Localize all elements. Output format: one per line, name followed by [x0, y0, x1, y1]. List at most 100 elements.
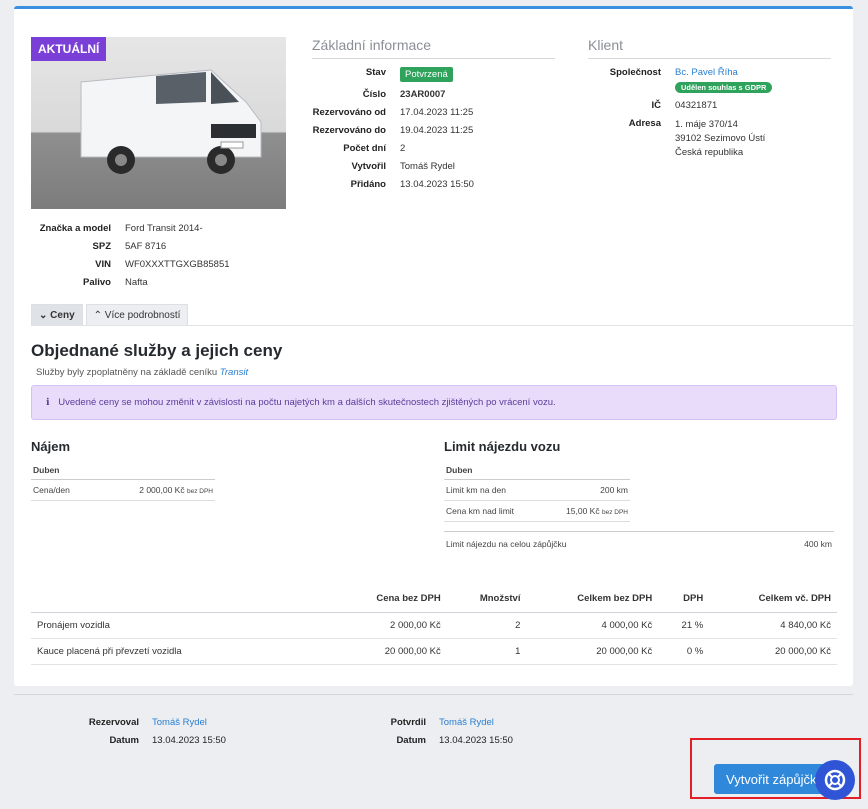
services-title: Objednané služby a jejich ceny: [31, 341, 283, 360]
limit-table: Duben Limit km na den 200 km Cena km nad…: [444, 461, 630, 522]
status-badge: Potvrzená: [400, 67, 453, 82]
status-label: Stav: [365, 67, 386, 78]
chevron-up-icon: ⌃: [93, 310, 103, 321]
limit-over-label: Cena km nad limit: [446, 506, 515, 516]
number-label: Číslo: [362, 89, 386, 100]
item-price: 2 000,00 Kč: [331, 612, 447, 639]
tab-more-details-label: Více podrobností: [104, 310, 181, 321]
limit-total-row: Limit nájezdu na celou zápůjčku 400 km: [444, 531, 834, 556]
company-label: Společnost: [609, 67, 661, 78]
plate-link[interactable]: 5AF 8716: [125, 241, 255, 252]
address-label: Adresa: [628, 118, 661, 129]
col-vat: DPH: [658, 589, 710, 613]
vehicle-details: Značka a model Ford Transit 2014- SPZ 5A…: [31, 223, 255, 288]
number-value: 23AR0007: [400, 89, 446, 100]
footer-divider: [14, 694, 853, 695]
tab-prices-label: Ceny: [50, 310, 75, 321]
detail-tabs: ⌄ Ceny ⌃ Více podrobností: [31, 304, 189, 326]
to-value: 19.04.2023 11:25: [400, 125, 474, 136]
ic-label: IČ: [651, 100, 662, 111]
item-name: Pronájem vozidla: [31, 612, 331, 639]
limit-km-label: Limit km na den: [446, 485, 506, 495]
rent-row-value: 2 000,00 Kč: [139, 485, 185, 495]
help-icon: [824, 769, 846, 791]
reserved-date-value: 13.04.2023 15:50: [152, 735, 226, 746]
limit-km-row: Limit km na den 200 km: [444, 480, 630, 501]
current-badge: AKTUÁLNÍ: [31, 37, 107, 61]
created-by-link[interactable]: Tomáš Rydel: [400, 161, 550, 172]
confirmed-label: Potvrdil: [390, 717, 426, 728]
item-vat: 21 %: [658, 612, 710, 639]
services-subtitle-text: Služby byly zpoplatněny na základě ceník…: [36, 367, 218, 378]
added-value: 13.04.2023 15:50: [400, 179, 474, 190]
confirmed-link[interactable]: Tomáš Rydel: [439, 717, 559, 728]
table-row: Pronájem vozidla 2 000,00 Kč 2 4 000,00 …: [31, 612, 837, 639]
col-total: Celkem bez DPH: [526, 589, 659, 613]
confirmed-info: Potvrdil Tomáš Rydel Datum 13.04.2023 15…: [346, 717, 559, 746]
limit-over-row: Cena km nad limit 15,00 Kč bez DPH: [444, 501, 630, 522]
vin-label: VIN: [95, 259, 111, 270]
info-icon: ℹ: [46, 397, 50, 408]
address-line1: 1. máje 370/14: [675, 119, 738, 130]
confirmed-date-label: Datum: [396, 735, 426, 746]
client-title: Klient: [588, 37, 831, 59]
item-name: Kauce placená při převzetí vozidla: [31, 638, 331, 665]
limit-over-value: 15,00 Kč: [566, 506, 600, 516]
company-link[interactable]: Bc. Pavel Říha: [675, 67, 738, 78]
limit-title: Limit nájezdu vozu: [444, 439, 561, 454]
limit-total-value: 400 km: [804, 539, 832, 549]
pricelist-link[interactable]: Transit: [220, 367, 248, 378]
created-by-label: Vytvořil: [351, 161, 387, 172]
services-subtitle: Služby byly zpoplatněny na základě ceník…: [36, 367, 248, 378]
basic-info: Stav Potvrzená Číslo 23AR0007 Rezervován…: [294, 67, 550, 190]
confirmed-date-value: 13.04.2023 15:50: [439, 735, 513, 746]
price-notice: ℹ Uvedené ceny se mohou změnit v závislo…: [31, 385, 837, 420]
days-label: Počet dní: [343, 143, 386, 154]
from-value: 17.04.2023 11:25: [400, 107, 474, 118]
address-line2: 39102 Sezimovo Ústí: [675, 133, 766, 144]
van-image: [80, 69, 262, 174]
item-vat: 0 %: [658, 638, 710, 665]
vehicle-photo: AKTUÁLNÍ: [31, 37, 286, 209]
col-name: [31, 589, 331, 613]
item-total-vat: 4 840,00 Kč: [709, 612, 837, 639]
tab-prices[interactable]: ⌄ Ceny: [31, 304, 83, 326]
item-total: 4 000,00 Kč: [526, 612, 659, 639]
fuel-value: Nafta: [125, 277, 148, 288]
added-label: Přidáno: [350, 179, 386, 190]
reserved-info: Rezervoval Tomáš Rydel Datum 13.04.2023 …: [59, 717, 272, 746]
tab-more-details[interactable]: ⌃ Více podrobností: [85, 304, 189, 326]
brand-link[interactable]: Ford Transit 2014-: [125, 223, 255, 234]
table-row: Kauce placená při převzetí vozidla 20 00…: [31, 638, 837, 665]
to-label: Rezervováno do: [312, 125, 386, 136]
tab-divider: [31, 325, 853, 326]
plate-label: SPZ: [92, 241, 111, 252]
reserved-link[interactable]: Tomáš Rydel: [152, 717, 272, 728]
rent-table: Duben Cena/den 2 000,00 Kč bez DPH: [31, 461, 215, 501]
item-price: 20 000,00 Kč: [331, 638, 447, 665]
brand-label: Značka a model: [39, 223, 111, 234]
items-header-row: Cena bez DPH Množství Celkem bez DPH DPH…: [31, 589, 837, 613]
limit-km-value: 200 km: [600, 485, 628, 495]
item-total-vat: 20 000,00 Kč: [709, 638, 837, 665]
help-button[interactable]: [815, 760, 855, 800]
item-qty: 1: [446, 638, 527, 665]
rent-row: Cena/den 2 000,00 Kč bez DPH: [31, 480, 215, 501]
rent-row-suffix: bez DPH: [186, 488, 213, 495]
chevron-down-icon: ⌄: [39, 310, 48, 321]
reserved-label: Rezervoval: [88, 717, 139, 728]
items-table: Cena bez DPH Množství Celkem bez DPH DPH…: [31, 589, 837, 665]
limit-month: Duben: [444, 461, 630, 480]
fuel-label: Palivo: [83, 277, 111, 288]
gdpr-badge: Udělen souhlas s GDPR: [675, 82, 773, 93]
client-info: Společnost Bc. Pavel Říha Udělen souhlas…: [574, 67, 835, 160]
col-qty: Množství: [446, 589, 527, 613]
notice-text: Uvedené ceny se mohou změnit v závislost…: [58, 397, 556, 408]
col-price: Cena bez DPH: [331, 589, 447, 613]
limit-total-label: Limit nájezdu na celou zápůjčku: [446, 539, 567, 549]
limit-over-suffix: bez DPH: [601, 509, 628, 516]
item-total: 20 000,00 Kč: [526, 638, 659, 665]
item-qty: 2: [446, 612, 527, 639]
address-line3: Česká republika: [675, 147, 744, 158]
rent-month: Duben: [31, 461, 215, 480]
